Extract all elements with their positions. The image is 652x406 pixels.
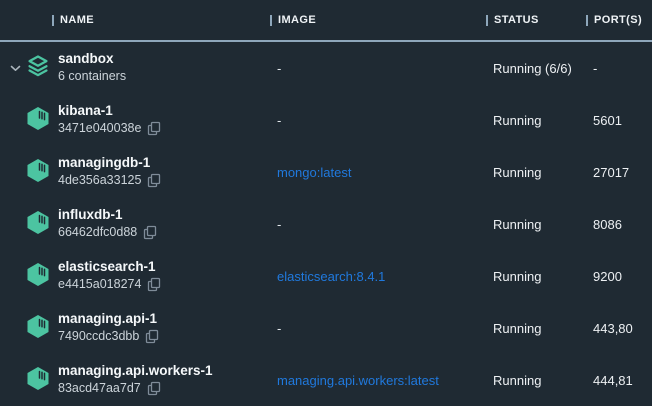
container-id: 3471e040038e [58, 122, 141, 136]
container-id: 83acd47aa7d7 [58, 382, 141, 396]
copy-icon[interactable] [145, 329, 159, 344]
row-image-cell: - [270, 217, 486, 232]
row-image-cell: mongo:latest [270, 165, 486, 180]
row-name-cell: managing.api.workers-1 83acd47aa7d7 [52, 364, 270, 397]
column-header-label: NAME [60, 14, 94, 26]
column-divider [52, 15, 54, 26]
row-icon-cell [0, 365, 52, 396]
copy-icon[interactable] [147, 173, 161, 188]
row-image-cell: managing.api.workers:latest [270, 373, 486, 388]
row-icon-cell [0, 157, 52, 188]
row-name-cell: managingdb-1 4de356a33125 [52, 156, 270, 189]
ports-value: 8086 [586, 217, 652, 232]
column-header-name: NAME [52, 14, 270, 26]
container-subline: 4de356a33125 [58, 173, 270, 188]
image-value: - [277, 113, 281, 128]
table-row[interactable]: elasticsearch-1 e4415a018274 elasticsear… [0, 250, 652, 302]
container-subline: 83acd47aa7d7 [58, 381, 270, 396]
column-header-status: STATUS [486, 14, 586, 26]
container-cube-icon [25, 313, 51, 344]
ports-value: 443,80 [586, 321, 652, 336]
ports-value: 5601 [586, 113, 652, 128]
column-header-ports: PORT(S) [586, 14, 652, 26]
status-value: Running [486, 113, 586, 128]
container-id: 66462dfc0d88 [58, 226, 137, 240]
column-divider [270, 15, 272, 26]
container-subline: 3471e040038e [58, 121, 270, 136]
status-value: Running [486, 373, 586, 388]
table-row[interactable]: managing.api.workers-1 83acd47aa7d7 mana… [0, 354, 652, 406]
image-link[interactable]: mongo:latest [277, 165, 351, 180]
row-icon-cell [0, 261, 52, 292]
table-row[interactable]: sandbox 6 containers - Running (6/6) - [0, 42, 652, 94]
container-subline: 6 containers [58, 70, 270, 84]
image-link[interactable]: managing.api.workers:latest [277, 373, 439, 388]
row-name-cell: managing.api-1 7490ccdc3dbb [52, 312, 270, 345]
copy-icon[interactable] [143, 225, 157, 240]
row-image-cell: - [270, 321, 486, 336]
ports-value: 27017 [586, 165, 652, 180]
image-value: - [277, 217, 281, 232]
container-name: kibana-1 [58, 104, 270, 119]
container-name: elasticsearch-1 [58, 260, 270, 275]
container-cube-icon [25, 105, 51, 136]
container-cube-icon [25, 209, 51, 240]
column-header-image: IMAGE [270, 14, 486, 26]
column-header-label: STATUS [494, 14, 539, 26]
column-divider [486, 15, 488, 26]
status-value: Running [486, 165, 586, 180]
status-value: Running (6/6) [486, 61, 586, 76]
container-name: managingdb-1 [58, 156, 270, 171]
table-row[interactable]: influxdb-1 66462dfc0d88 - Running 8086 [0, 198, 652, 250]
image-value: - [277, 321, 281, 336]
status-value: Running [486, 321, 586, 336]
row-icon-cell [0, 209, 52, 240]
table-body: sandbox 6 containers - Running (6/6) - [0, 42, 652, 406]
container-cube-icon [25, 261, 51, 292]
container-name: influxdb-1 [58, 208, 270, 223]
row-name-cell: kibana-1 3471e040038e [52, 104, 270, 137]
ports-value: - [586, 61, 652, 76]
chevron-down-icon[interactable] [10, 65, 21, 72]
row-name-cell: sandbox 6 containers [52, 52, 270, 84]
row-image-cell: - [270, 113, 486, 128]
table-row[interactable]: managingdb-1 4de356a33125 mongo:latest R… [0, 146, 652, 198]
container-name: managing.api-1 [58, 312, 270, 327]
container-id: 7490ccdc3dbb [58, 330, 139, 344]
copy-icon[interactable] [147, 381, 161, 396]
table-row[interactable]: managing.api-1 7490ccdc3dbb - Running 44… [0, 302, 652, 354]
containers-table: NAME IMAGE STATUS PORT(S) [0, 0, 652, 406]
row-name-cell: influxdb-1 66462dfc0d88 [52, 208, 270, 241]
compose-stack-icon [25, 53, 51, 84]
ports-value: 9200 [586, 269, 652, 284]
column-divider [586, 15, 588, 26]
group-subtitle: 6 containers [58, 70, 126, 84]
container-name: sandbox [58, 52, 270, 67]
row-image-cell: - [270, 61, 486, 76]
column-header-label: PORT(S) [594, 14, 642, 26]
column-header-label: IMAGE [278, 14, 316, 26]
table-header: NAME IMAGE STATUS PORT(S) [0, 0, 652, 42]
container-subline: 7490ccdc3dbb [58, 329, 270, 344]
table-row[interactable]: kibana-1 3471e040038e - Running 5601 [0, 94, 652, 146]
container-name: managing.api.workers-1 [58, 364, 270, 379]
copy-icon[interactable] [147, 277, 161, 292]
container-subline: 66462dfc0d88 [58, 225, 270, 240]
row-icon-cell [0, 313, 52, 344]
container-id: e4415a018274 [58, 278, 141, 292]
copy-icon[interactable] [147, 121, 161, 136]
ports-value: 444,81 [586, 373, 652, 388]
status-value: Running [486, 217, 586, 232]
row-name-cell: elasticsearch-1 e4415a018274 [52, 260, 270, 293]
row-icon-cell [0, 53, 52, 84]
container-subline: e4415a018274 [58, 277, 270, 292]
image-link[interactable]: elasticsearch:8.4.1 [277, 269, 385, 284]
row-image-cell: elasticsearch:8.4.1 [270, 269, 486, 284]
container-id: 4de356a33125 [58, 174, 141, 188]
row-icon-cell [0, 105, 52, 136]
image-value: - [277, 61, 281, 76]
container-cube-icon [25, 157, 51, 188]
container-cube-icon [25, 365, 51, 396]
status-value: Running [486, 269, 586, 284]
